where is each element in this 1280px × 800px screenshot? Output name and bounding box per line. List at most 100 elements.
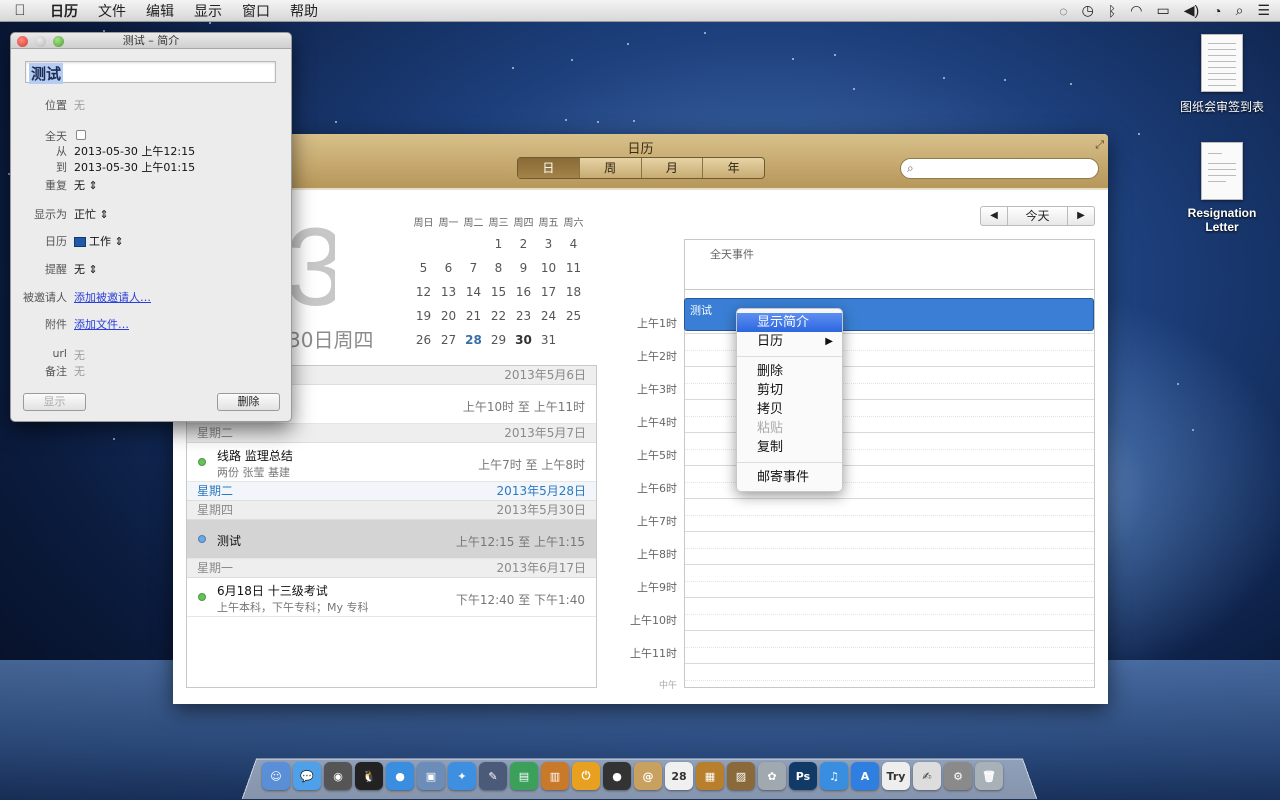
appstore-icon[interactable]: A bbox=[851, 762, 879, 790]
context-menu-item[interactable]: 显示简介 bbox=[737, 313, 842, 332]
calendar-select[interactable]: 工作 ⇕ bbox=[74, 233, 124, 249]
calendar-day[interactable]: 17 bbox=[536, 280, 561, 304]
trash-icon[interactable]: 🗑 bbox=[975, 762, 1003, 790]
delete-button[interactable]: 删除 bbox=[217, 393, 280, 411]
iphoto-icon[interactable]: ✿ bbox=[758, 762, 786, 790]
package-icon[interactable]: ▦ bbox=[696, 762, 724, 790]
contacts-icon[interactable]: @ bbox=[634, 762, 662, 790]
calendar-day[interactable]: 29 bbox=[486, 328, 511, 352]
context-menu-item[interactable]: 剪切 bbox=[737, 381, 842, 400]
tab-week[interactable]: 周 bbox=[580, 158, 642, 178]
context-menu-item[interactable]: 拷贝 bbox=[737, 400, 842, 419]
list-item[interactable]: 6月18日 十三级考试 上午本科，下午专科；My 专科 下午12:40 至 下午1:… bbox=[187, 578, 596, 617]
textedit-icon[interactable]: ✍ bbox=[913, 762, 941, 790]
wifi-icon[interactable]: ◠ bbox=[1130, 2, 1142, 19]
calendar-day[interactable]: 7 bbox=[461, 256, 486, 280]
dvd-icon[interactable]: ● bbox=[603, 762, 631, 790]
messages-icon[interactable]: 💬 bbox=[293, 762, 321, 790]
event-title-field[interactable]: 测试 bbox=[25, 61, 276, 84]
url-value[interactable]: 无 bbox=[74, 347, 85, 363]
calendar-day[interactable]: 14 bbox=[461, 280, 486, 304]
context-menu-item[interactable]: 复制 bbox=[737, 438, 842, 457]
menu-file[interactable]: 文件 bbox=[88, 1, 136, 21]
next-day-button[interactable]: ▶ bbox=[1068, 207, 1094, 225]
keynote-icon[interactable]: ▥ bbox=[541, 762, 569, 790]
bluetooth-icon[interactable]: ᛒ bbox=[1108, 3, 1116, 19]
tab-month[interactable]: 月 bbox=[642, 158, 704, 178]
context-menu-item[interactable]: 邮寄事件 bbox=[737, 468, 842, 487]
calendar-day[interactable]: 28 bbox=[461, 328, 486, 352]
alert-select[interactable]: 无 ⇕ bbox=[74, 261, 98, 277]
calendar-day[interactable]: 27 bbox=[436, 328, 461, 352]
search-input[interactable]: ⌕ bbox=[900, 158, 1099, 179]
calendar-day[interactable]: 18 bbox=[561, 280, 586, 304]
calendar-day[interactable]: 4 bbox=[561, 232, 586, 256]
calendar-day[interactable]: 8 bbox=[486, 256, 511, 280]
calendar-day[interactable]: 2 bbox=[511, 232, 536, 256]
calendar-day[interactable]: 3 bbox=[536, 232, 561, 256]
finder-icon[interactable]: ☺ bbox=[262, 762, 290, 790]
calendar-day[interactable]: 23 bbox=[511, 304, 536, 328]
calendar-day[interactable]: 13 bbox=[436, 280, 461, 304]
calendar-day[interactable]: 21 bbox=[461, 304, 486, 328]
add-invitees-link[interactable]: 添加被邀请人… bbox=[74, 289, 151, 305]
power-icon[interactable]: ⏻ bbox=[572, 762, 600, 790]
fullscreen-icon[interactable]: ⤢ bbox=[1095, 138, 1104, 152]
context-menu-item[interactable]: 删除 bbox=[737, 362, 842, 381]
apple-menu-icon[interactable]:  bbox=[0, 2, 40, 19]
calendar-day[interactable]: 10 bbox=[536, 256, 561, 280]
menu-calendar[interactable]: 日历 bbox=[40, 1, 88, 21]
calendar-day[interactable]: 20 bbox=[436, 304, 461, 328]
menu-window[interactable]: 窗口 bbox=[232, 1, 280, 21]
calendar-day[interactable]: 6 bbox=[436, 256, 461, 280]
stickies-icon[interactable]: Try bbox=[882, 762, 910, 790]
context-menu-item[interactable]: 日历 ▶ bbox=[737, 332, 842, 351]
menu-view[interactable]: 显示 bbox=[184, 1, 232, 21]
calendar-day[interactable]: 11 bbox=[561, 256, 586, 280]
add-file-link[interactable]: 添加文件… bbox=[74, 316, 129, 332]
preview-icon[interactable]: ▣ bbox=[417, 762, 445, 790]
facetime-icon[interactable]: ◉ bbox=[324, 762, 352, 790]
qq-icon[interactable]: 🐧 bbox=[355, 762, 383, 790]
repeat-select[interactable]: 无 ⇕ bbox=[74, 177, 98, 193]
calendar-day[interactable]: 9 bbox=[511, 256, 536, 280]
today-button[interactable]: 今天 bbox=[1007, 207, 1068, 225]
photos-icon[interactable]: ▨ bbox=[727, 762, 755, 790]
safari-icon[interactable]: ✦ bbox=[448, 762, 476, 790]
calendar-day[interactable]: 31 bbox=[536, 328, 561, 352]
notification-list-icon[interactable]: ☰ bbox=[1257, 2, 1270, 19]
from-value[interactable]: 2013-05-30 上午12:15 bbox=[74, 143, 195, 159]
volume-icon[interactable]: ◀) bbox=[1184, 2, 1199, 19]
list-item[interactable]: 线路 监理总结 两份 张莹 基建 上午7时 至 上午8时 bbox=[187, 443, 596, 482]
show-button[interactable]: 显示 bbox=[23, 393, 86, 411]
system-prefs-icon[interactable]: ⚙ bbox=[944, 762, 972, 790]
tab-year[interactable]: 年 bbox=[703, 158, 764, 178]
calendar-day[interactable]: 22 bbox=[486, 304, 511, 328]
calendar-day[interactable]: 12 bbox=[411, 280, 436, 304]
allday-checkbox[interactable] bbox=[76, 130, 86, 140]
chat-icon[interactable]: ◌ bbox=[1059, 3, 1067, 19]
clock-icon[interactable]: ◔ bbox=[1213, 3, 1221, 19]
calendar-day[interactable]: 25 bbox=[561, 304, 586, 328]
calendar-day[interactable]: 16 bbox=[511, 280, 536, 304]
desktop-file-resignation-letter[interactable]: Resignation Letter bbox=[1172, 142, 1272, 234]
location-value[interactable]: 无 bbox=[74, 97, 85, 113]
photoshop-icon[interactable]: Ps bbox=[789, 762, 817, 790]
qq-blue-icon[interactable]: ● bbox=[386, 762, 414, 790]
menu-edit[interactable]: 编辑 bbox=[136, 1, 184, 21]
to-value[interactable]: 2013-05-30 上午01:15 bbox=[74, 159, 195, 175]
list-item[interactable]: 测试 上午12:15 至 上午1:15 bbox=[187, 520, 596, 559]
calendar-day[interactable]: 26 bbox=[411, 328, 436, 352]
notes-value[interactable]: 无 bbox=[74, 363, 85, 379]
calendar-day[interactable]: 24 bbox=[536, 304, 561, 328]
itunes-icon[interactable]: ♫ bbox=[820, 762, 848, 790]
desktop-file-signin-sheet[interactable]: 图纸会审签到表 bbox=[1172, 34, 1272, 115]
tab-day[interactable]: 日 bbox=[518, 158, 580, 178]
calendar-day[interactable]: 19 bbox=[411, 304, 436, 328]
show-as-select[interactable]: 正忙 ⇕ bbox=[74, 206, 109, 222]
calendar-day[interactable]: 30 bbox=[511, 328, 536, 352]
sketch-icon[interactable]: ✎ bbox=[479, 762, 507, 790]
menu-help[interactable]: 帮助 bbox=[280, 1, 328, 21]
allday-events-area[interactable]: 全天事件 bbox=[685, 240, 1094, 290]
calendar-icon[interactable]: 28 bbox=[665, 762, 693, 790]
